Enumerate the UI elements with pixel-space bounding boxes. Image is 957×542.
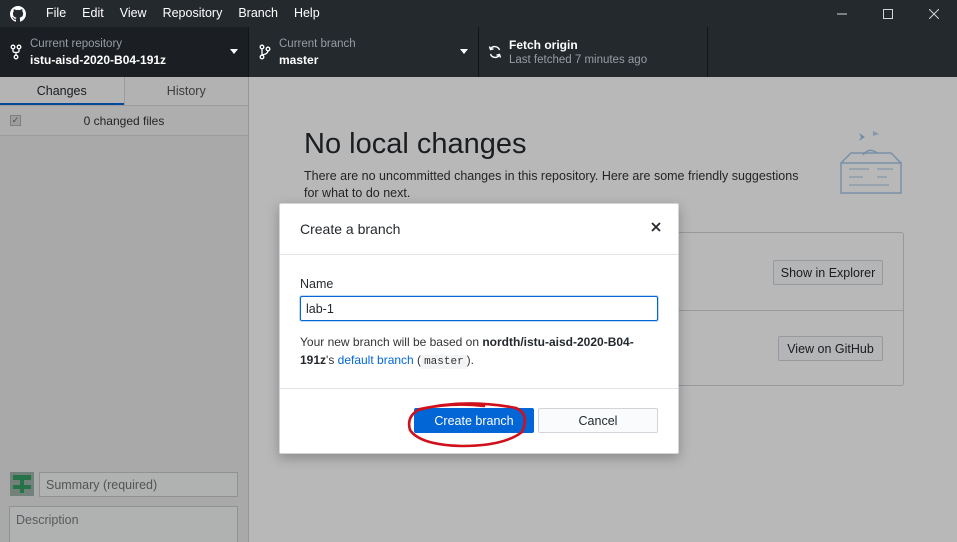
chevron-down-icon	[230, 49, 238, 54]
fetch-origin-button[interactable]: Fetch origin Last fetched 7 minutes ago	[479, 27, 708, 77]
help-suffix: 's	[326, 353, 338, 367]
help-paren-close: ).	[466, 353, 475, 367]
menu-repository[interactable]: Repository	[155, 0, 231, 27]
help-paren-open: (	[413, 353, 422, 367]
cancel-button[interactable]: Cancel	[538, 408, 658, 433]
default-branch-link[interactable]: default branch	[338, 353, 414, 367]
close-icon[interactable]	[648, 219, 664, 235]
create-branch-dialog: Create a branch Name Your new branch wil…	[279, 203, 679, 454]
create-branch-button[interactable]: Create branch	[414, 408, 534, 433]
menu-file[interactable]: File	[36, 0, 74, 27]
current-repository-name: istu-aisd-2020-B04-191z	[30, 52, 167, 67]
current-branch-button[interactable]: Current branch master	[249, 27, 479, 77]
menu-help[interactable]: Help	[286, 0, 328, 27]
menu-branch[interactable]: Branch	[230, 0, 286, 27]
dialog-footer: Create branch Cancel	[280, 389, 678, 453]
dialog-title: Create a branch	[300, 221, 401, 237]
current-branch-label: Current branch	[279, 37, 356, 50]
menu-edit[interactable]: Edit	[74, 0, 112, 27]
title-bar: File Edit View Repository Branch Help	[0, 0, 957, 27]
window-controls	[819, 0, 957, 27]
dialog-body: Name Your new branch will be based on no…	[280, 255, 678, 389]
github-octocat-icon	[0, 0, 36, 27]
branch-name-input[interactable]	[300, 296, 658, 321]
current-branch-name: master	[279, 52, 319, 67]
minimize-icon[interactable]	[819, 0, 865, 27]
current-repository-label: Current repository	[30, 37, 123, 50]
git-branch-icon	[249, 44, 279, 60]
window-close-icon[interactable]	[911, 0, 957, 27]
fetch-origin-label: Fetch origin	[509, 37, 578, 52]
last-fetched-text: Last fetched 7 minutes ago	[509, 53, 648, 66]
base-branch-name: master	[421, 355, 467, 369]
help-prefix: Your new branch will be based on	[300, 335, 483, 349]
repo-fork-icon	[0, 44, 30, 60]
dialog-header: Create a branch	[280, 204, 678, 255]
toolbar: Current repository istu-aisd-2020-B04-19…	[0, 27, 957, 77]
branch-base-help-text: Your new branch will be based on nordth/…	[300, 333, 650, 371]
menu-view[interactable]: View	[112, 0, 155, 27]
maximize-icon[interactable]	[865, 0, 911, 27]
current-repository-button[interactable]: Current repository istu-aisd-2020-B04-19…	[0, 27, 249, 77]
sync-icon	[479, 45, 509, 59]
name-field-label: Name	[300, 277, 334, 291]
chevron-down-icon	[460, 49, 468, 54]
